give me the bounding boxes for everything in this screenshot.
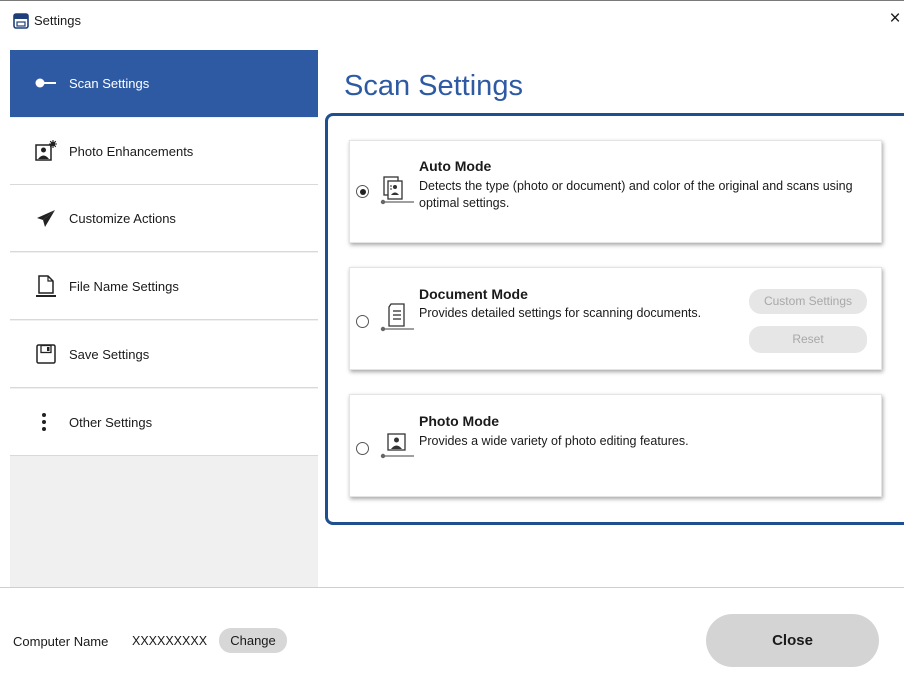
photo-mode-icon — [380, 433, 414, 459]
photo-mode-card[interactable]: Photo Mode Provides a wide variety of ph… — [349, 394, 882, 497]
computer-name-value: XXXXXXXXX — [132, 634, 208, 648]
computer-name-label: Computer Name — [13, 634, 109, 649]
vertical-ellipsis-icon — [42, 413, 46, 431]
sidebar-item-label: Save Settings — [69, 347, 150, 362]
photo-mode-radio[interactable] — [356, 442, 369, 455]
title-bar: Settings × — [0, 0, 904, 43]
document-mode-card[interactable]: Document Mode Provides detailed settings… — [349, 267, 882, 370]
floppy-disk-icon — [36, 344, 56, 364]
document-mode-radio[interactable] — [356, 315, 369, 328]
reset-button[interactable]: Reset — [749, 326, 867, 353]
auto-mode-card[interactable]: Auto Mode Detects the type (photo or doc… — [349, 140, 882, 243]
settings-window-icon — [13, 13, 29, 29]
sidebar: Scan Settings Photo Enhancements Customi… — [10, 50, 318, 587]
document-mode-title: Document Mode — [419, 286, 528, 302]
paper-plane-icon — [37, 210, 55, 227]
auto-mode-radio[interactable] — [356, 185, 369, 198]
photo-mode-description: Provides a wide variety of photo editing… — [419, 434, 689, 448]
scan-settings-icon — [35, 78, 56, 88]
sidebar-item-other-settings[interactable]: Other Settings — [10, 389, 318, 456]
custom-settings-button[interactable]: Custom Settings — [749, 289, 867, 314]
sidebar-item-label: Other Settings — [69, 415, 153, 430]
sidebar-item-file-name-settings[interactable]: File Name Settings — [10, 253, 318, 320]
auto-mode-title: Auto Mode — [419, 158, 492, 174]
sidebar-item-scan-settings[interactable]: Scan Settings — [10, 50, 318, 117]
sidebar-item-save-settings[interactable]: Save Settings — [10, 321, 318, 388]
change-computer-name-button[interactable]: Change — [219, 628, 287, 653]
sidebar-item-photo-enhancements[interactable]: Photo Enhancements — [10, 118, 318, 185]
photo-enhancements-icon — [35, 140, 57, 161]
close-button[interactable]: Close — [706, 614, 879, 667]
sidebar-item-label: File Name Settings — [69, 279, 179, 294]
photo-mode-title: Photo Mode — [419, 413, 500, 429]
sidebar-item-label: Photo Enhancements — [69, 144, 194, 159]
sidebar-item-label: Customize Actions — [69, 211, 176, 226]
window-title: Settings — [34, 13, 81, 28]
auto-mode-icon — [380, 176, 414, 205]
file-name-icon — [36, 275, 56, 297]
auto-mode-description: Detects the type (photo or document) and… — [419, 179, 853, 210]
page-title: Scan Settings — [344, 70, 523, 102]
document-mode-icon — [380, 303, 414, 332]
footer-divider — [0, 587, 904, 588]
sidebar-item-label: Scan Settings — [69, 76, 150, 91]
sidebar-item-customize-actions[interactable]: Customize Actions — [10, 185, 318, 252]
window-close-button[interactable]: × — [884, 7, 904, 31]
